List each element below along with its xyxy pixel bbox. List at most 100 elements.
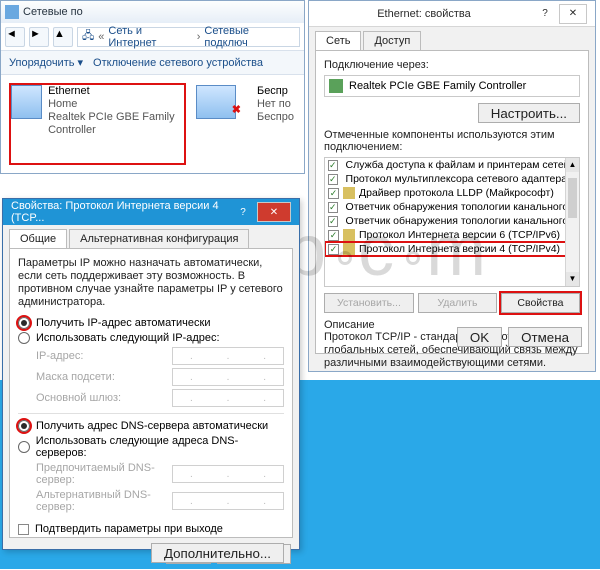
scroll-thumb[interactable] xyxy=(568,178,577,218)
confirm-checkbox[interactable]: Подтвердить параметры при выходе xyxy=(18,523,284,535)
breadcrumb-icon: 🖧 xyxy=(82,27,94,46)
field-dns1: Предпочитаемый DNS-сервер:... xyxy=(36,462,284,486)
scrollbar[interactable]: ▲ ▼ xyxy=(565,158,579,286)
window-title: Сетевые по xyxy=(23,6,83,18)
radio-label: Получить IP-адрес автоматически xyxy=(36,317,210,329)
radio-icon xyxy=(18,317,30,329)
radio-dns-auto[interactable]: Получить адрес DNS-сервера автоматически xyxy=(18,420,284,432)
toolbar: Упорядочить ▾ Отключение сетевого устрой… xyxy=(1,51,304,75)
nic-icon xyxy=(329,79,343,93)
component-buttons: Установить... Удалить Свойства xyxy=(324,293,580,313)
advanced-button[interactable]: Дополнительно... xyxy=(151,543,284,563)
radio-dns-manual[interactable]: Использовать следующие адреса DNS-сервер… xyxy=(18,435,284,459)
panel-body: Подключение через: Realtek PCIe GBE Fami… xyxy=(315,50,589,354)
list-item: ✓Ответчик обнаружения топологии канально… xyxy=(325,214,579,228)
component-icon xyxy=(343,229,355,241)
tabs: Сеть Доступ xyxy=(309,27,595,50)
back-button[interactable]: ◄ xyxy=(5,27,25,47)
adapter-status: Home xyxy=(48,98,184,111)
forward-button[interactable]: ► xyxy=(29,27,49,47)
list-item: ✓Драйвер протокола LLDP (Майкрософт) xyxy=(325,186,579,200)
nav-row: ◄ ► ▲ 🖧 « Сеть и Интернет › Сетевые подк… xyxy=(1,23,304,51)
checkbox-icon[interactable]: ✓ xyxy=(328,216,338,227)
list-item: ✓Протокол Интернета версии 6 (TCP/IPv6) xyxy=(325,228,579,242)
help-button[interactable]: ? xyxy=(229,202,257,222)
tab-access[interactable]: Доступ xyxy=(363,31,421,50)
organize-menu[interactable]: Упорядочить ▾ xyxy=(9,56,83,69)
window-title: Ethernet: свойства xyxy=(317,8,531,20)
titlebar[interactable]: Сетевые по xyxy=(1,1,304,23)
breadcrumb-item[interactable]: Сеть и Интернет xyxy=(108,25,192,49)
adapter-name: Realtek PCIe GBE Family Controller xyxy=(349,80,526,92)
checkbox-icon[interactable]: ✓ xyxy=(328,188,339,199)
breadcrumb-item[interactable]: Сетевые подключ xyxy=(204,25,295,49)
list-item: ✓Ответчик обнаружения топологии канально… xyxy=(325,200,579,214)
window-title: Свойства: Протокол Интернета версии 4 (T… xyxy=(11,200,229,224)
help-button[interactable]: ? xyxy=(531,4,559,24)
radio-icon xyxy=(18,332,30,344)
tab-alt-config[interactable]: Альтернативная конфигурация xyxy=(69,229,249,248)
system-icon xyxy=(5,5,19,19)
adapter-device: Realtek PCIe GBE Family Controller xyxy=(48,111,184,137)
checkbox-icon[interactable]: ✓ xyxy=(328,160,338,171)
wireless-icon xyxy=(196,85,236,119)
tabs: Общие Альтернативная конфигурация xyxy=(3,225,299,248)
radio-icon xyxy=(18,420,30,432)
titlebar[interactable]: Ethernet: свойства ? ✕ xyxy=(309,1,595,27)
adapters-area: Ethernet Home Realtek PCIe GBE Family Co… xyxy=(1,75,304,173)
tab-network[interactable]: Сеть xyxy=(315,31,361,50)
component-icon xyxy=(343,187,355,199)
list-item: ✓Протокол мультиплексора сетевого адапте… xyxy=(325,172,579,186)
radio-ip-auto[interactable]: Получить IP-адрес автоматически xyxy=(18,317,284,329)
ip-input[interactable]: ... xyxy=(172,347,284,365)
checkbox-icon xyxy=(18,524,29,535)
field-gateway: Основной шлюз:... xyxy=(36,389,284,407)
close-button[interactable]: ✕ xyxy=(257,202,291,222)
scroll-down-icon[interactable]: ▼ xyxy=(566,272,579,286)
disable-device[interactable]: Отключение сетевого устройства xyxy=(93,57,263,69)
breadcrumb[interactable]: 🖧 « Сеть и Интернет › Сетевые подключ xyxy=(77,27,300,47)
properties-button[interactable]: Свойства xyxy=(501,293,580,313)
checkbox-label: Подтвердить параметры при выходе xyxy=(35,523,223,535)
dns1-input[interactable]: ... xyxy=(172,465,284,483)
list-item-ipv4: ✓Протокол Интернета версии 4 (TCP/IPv4) xyxy=(325,242,579,256)
connect-via-label: Подключение через: xyxy=(324,59,580,71)
radio-label: Использовать следующий IP-адрес: xyxy=(36,332,220,344)
adapter-field[interactable]: Realtek PCIe GBE Family Controller xyxy=(324,75,580,97)
adapter-status: Нет по xyxy=(257,98,294,111)
disconnected-icon: ✖ xyxy=(232,103,241,181)
component-icon xyxy=(343,243,355,255)
components-list[interactable]: ✓Служба доступа к файлам и принтерам сет… xyxy=(324,157,580,287)
field-dns2: Альтернативный DNS-сервер:... xyxy=(36,489,284,513)
up-button[interactable]: ▲ xyxy=(53,27,73,47)
adapter-name: Ethernet xyxy=(48,85,184,98)
install-button[interactable]: Установить... xyxy=(324,293,414,313)
radio-ip-manual[interactable]: Использовать следующий IP-адрес: xyxy=(18,332,284,344)
checkbox-icon[interactable]: ✓ xyxy=(328,244,339,255)
network-connections-window: Сетевые по ◄ ► ▲ 🖧 « Сеть и Интернет › С… xyxy=(0,0,305,174)
mask-input[interactable]: ... xyxy=(172,368,284,386)
scroll-up-icon[interactable]: ▲ xyxy=(566,158,579,172)
checkbox-icon[interactable]: ✓ xyxy=(328,174,338,185)
ipv4-properties-dialog: Свойства: Протокол Интернета версии 4 (T… xyxy=(2,198,300,550)
separator xyxy=(18,413,284,414)
adapter-wireless[interactable]: ✖ Беспр Нет по Беспро xyxy=(194,83,296,165)
panel-body: Параметры IP можно назначать автоматичес… xyxy=(9,248,293,538)
adapter-name: Беспр xyxy=(257,85,294,98)
dns2-input[interactable]: ... xyxy=(172,492,284,510)
tab-general[interactable]: Общие xyxy=(9,229,67,248)
field-ip: IP-адрес:... xyxy=(36,347,284,365)
radio-label: Использовать следующие адреса DNS-сервер… xyxy=(36,435,284,459)
radio-label: Получить адрес DNS-сервера автоматически xyxy=(36,420,268,432)
gateway-input[interactable]: ... xyxy=(172,389,284,407)
uninstall-button[interactable]: Удалить xyxy=(418,293,497,313)
cancel-button[interactable]: Отмена xyxy=(508,327,582,347)
checkbox-icon[interactable]: ✓ xyxy=(328,230,339,241)
titlebar[interactable]: Свойства: Протокол Интернета версии 4 (T… xyxy=(3,199,299,225)
checkbox-icon[interactable]: ✓ xyxy=(328,202,338,213)
adapter-device: Беспро xyxy=(257,111,294,124)
adapter-ethernet[interactable]: Ethernet Home Realtek PCIe GBE Family Co… xyxy=(9,83,186,165)
configure-button[interactable]: Настроить... xyxy=(478,103,580,123)
ok-button[interactable]: OK xyxy=(457,327,502,347)
close-button[interactable]: ✕ xyxy=(559,4,587,24)
